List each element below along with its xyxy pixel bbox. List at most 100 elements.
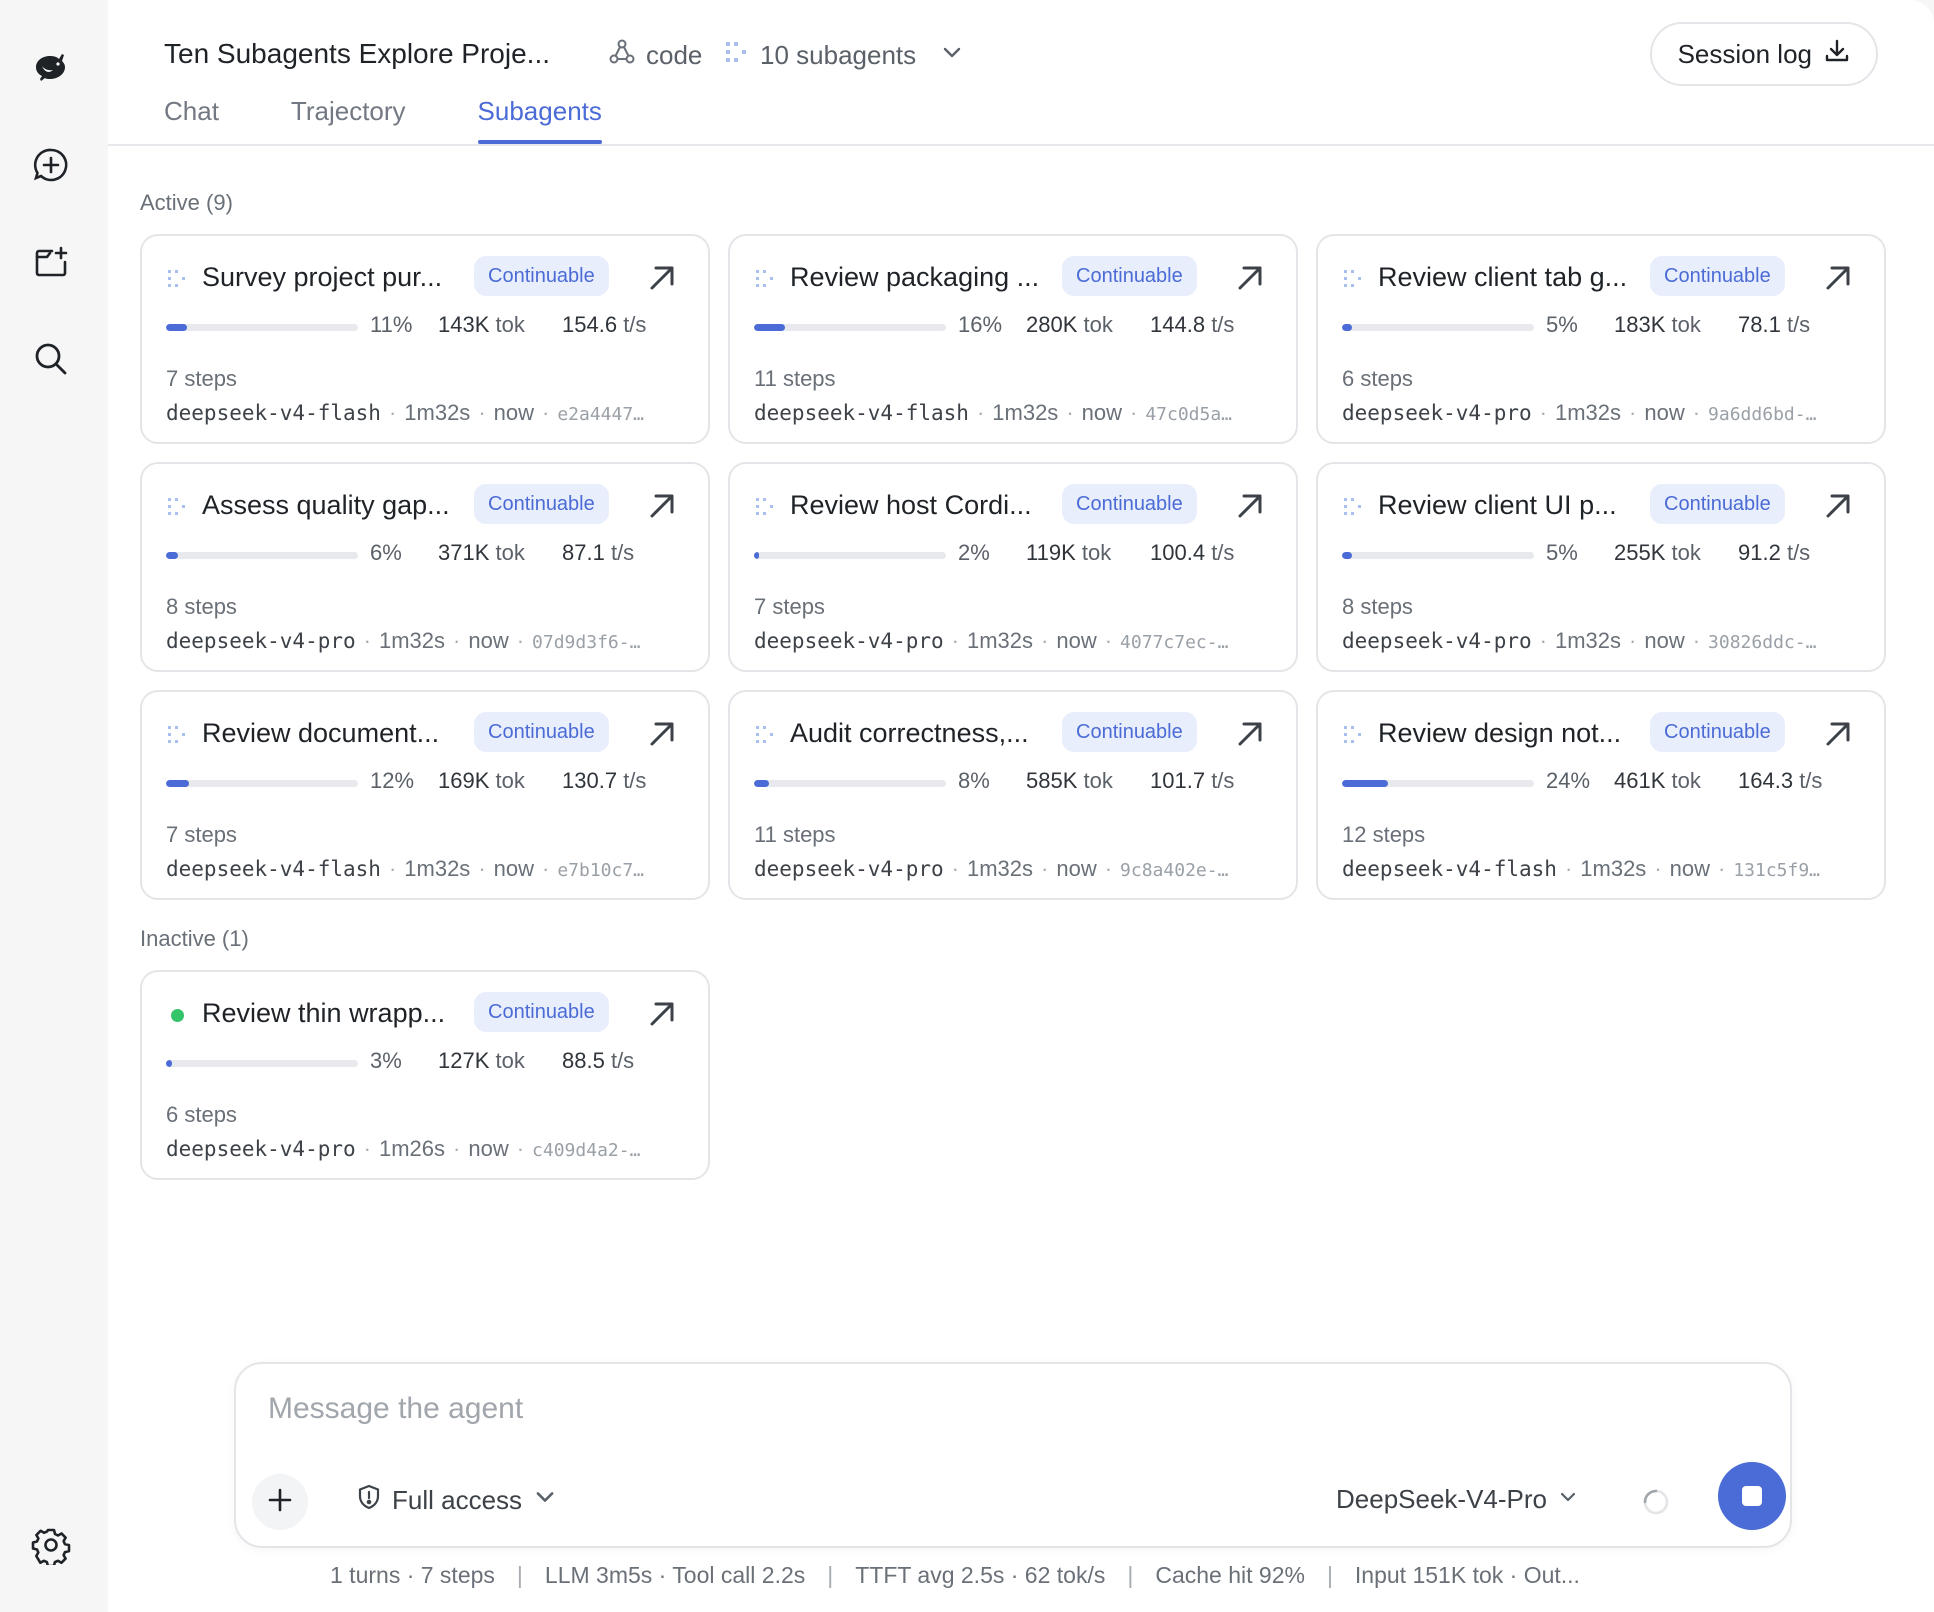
continuable-badge: Continuable <box>474 256 609 296</box>
message-input[interactable] <box>268 1386 1568 1432</box>
model-name: deepseek-v4-pro <box>166 629 356 653</box>
throughput-value: 87.1 <box>562 540 605 565</box>
search-icon[interactable] <box>26 334 76 384</box>
subagent-stats: 3% 127K tok 88.5 t/s <box>370 1048 634 1074</box>
tab-trajectory[interactable]: Trajectory <box>291 92 406 144</box>
whale-logo-icon[interactable] <box>26 42 76 92</box>
throughput-value: 88.5 <box>562 1048 605 1073</box>
model-name: deepseek-v4-flash <box>754 401 969 425</box>
throughput: 164.3 t/s <box>1738 768 1822 794</box>
token-count: 143K tok <box>438 312 562 338</box>
mode-label: code <box>646 40 703 70</box>
continuable-badge: Continuable <box>474 992 609 1032</box>
open-subagent-icon[interactable] <box>1232 716 1268 752</box>
throughput-unit: t/s <box>623 768 647 793</box>
duration: 1m32s <box>992 400 1059 425</box>
separator-dot: · <box>516 628 525 653</box>
progress-bar-fill <box>166 324 188 331</box>
session-log-button[interactable]: Session log <box>1649 22 1878 86</box>
open-subagent-icon[interactable] <box>1820 716 1856 752</box>
progress-bar-fill <box>166 1060 172 1067</box>
progress-bar <box>166 324 358 331</box>
token-value: 119K <box>1026 540 1076 565</box>
last-update: now <box>1644 628 1685 653</box>
token-value: 169K <box>438 768 490 793</box>
subagent-card[interactable]: Review thin wrapp... Continuable 3% 127K to… <box>140 970 710 1180</box>
last-update: now <box>1081 400 1122 425</box>
progress-bar <box>754 552 946 559</box>
subagent-id: 07d9d3f6-… <box>532 632 641 653</box>
subagent-footer: deepseek-v4-pro · 1m32s · now · 07d9d3f6-… <box>166 628 692 654</box>
subagent-footer: deepseek-v4-pro · 1m26s · now · c409d4a2-… <box>166 1136 692 1162</box>
subagent-title: Review design not... <box>1378 718 1622 748</box>
step-count: 8 steps <box>166 594 237 619</box>
step-count: 7 steps <box>166 822 237 847</box>
separator-dot: · <box>1629 628 1637 653</box>
new-chat-icon[interactable] <box>26 140 76 190</box>
throughput: 144.8 t/s <box>1150 312 1234 338</box>
subagent-card[interactable]: Review host Cordi... Continuable 2% 119K to… <box>728 462 1298 672</box>
chevron-down-icon <box>532 1484 558 1517</box>
progress-bar <box>166 1060 358 1067</box>
subagent-card[interactable]: Review packaging ... Continuable 16% 280K t… <box>728 234 1298 444</box>
subagent-id: 47c0d5a… <box>1145 404 1233 425</box>
open-subagent-icon[interactable] <box>644 260 680 296</box>
attach-button[interactable] <box>252 1474 308 1530</box>
subagents-count-label: 10 subagents <box>760 40 917 70</box>
open-subagent-icon[interactable] <box>644 488 680 524</box>
separator-dot: · <box>1564 856 1573 881</box>
left-rail <box>0 0 108 1612</box>
subagent-card[interactable]: Assess quality gap... Continuable 6% 371K t… <box>140 462 710 672</box>
tab-chat[interactable]: Chat <box>164 92 219 144</box>
throughput-unit: t/s <box>1211 312 1235 337</box>
tab-subagents[interactable]: Subagents <box>477 92 603 144</box>
open-subagent-icon[interactable] <box>1820 260 1856 296</box>
progress-bar-fill <box>754 552 759 559</box>
subagent-card[interactable]: Survey project pur... Continuable 11% 143K … <box>140 234 710 444</box>
subagent-card[interactable]: Review design not... Continuable 24% 461K t… <box>1316 690 1886 900</box>
last-update: now <box>493 400 534 425</box>
gear-icon[interactable] <box>26 1520 76 1570</box>
open-subagent-icon[interactable] <box>644 716 680 752</box>
last-update: now <box>1669 856 1710 881</box>
status-dot-icon <box>166 1004 188 1026</box>
subagents-dropdown[interactable]: 10 subagents <box>722 38 966 73</box>
progress-bar-fill <box>754 324 785 331</box>
running-indicator-icon <box>754 724 776 746</box>
new-folder-icon[interactable] <box>26 238 76 288</box>
open-subagent-icon[interactable] <box>1820 488 1856 524</box>
open-subagent-icon[interactable] <box>1232 488 1268 524</box>
subagent-card[interactable]: Review client tab g... Continuable 5% 183K … <box>1316 234 1886 444</box>
model-name: deepseek-v4-pro <box>1342 401 1532 425</box>
stop-icon <box>1742 1486 1762 1506</box>
duration: 1m26s <box>378 1136 446 1161</box>
subagent-card[interactable]: Review document... Continuable 12% 169K tok… <box>140 690 710 900</box>
separator-dot: · <box>516 1136 525 1161</box>
access-level-dropdown[interactable]: Full access <box>356 1484 558 1517</box>
progress-bar-fill <box>1342 780 1389 787</box>
stop-generation-button[interactable] <box>1718 1462 1786 1530</box>
duration: 1m32s <box>378 628 446 653</box>
continuable-badge: Continuable <box>1650 256 1785 296</box>
progress-bar <box>1342 324 1534 331</box>
subagent-card[interactable]: Audit correctness,... Continuable 8% 585K t… <box>728 690 1298 900</box>
progress-percent: 5% <box>1546 312 1578 337</box>
subagent-id: 9c8a402e-… <box>1120 860 1229 881</box>
running-indicator-icon <box>1342 724 1364 746</box>
open-subagent-icon[interactable] <box>1232 260 1268 296</box>
progress-bar-fill <box>1342 552 1352 559</box>
running-indicator-icon <box>754 496 776 518</box>
stats-separator: | <box>827 1562 834 1588</box>
subagent-id: e7b10c7… <box>557 860 645 881</box>
model-selector-dropdown[interactable]: DeepSeek-V4-Pro <box>1336 1484 1579 1515</box>
running-indicator-icon <box>166 268 188 290</box>
throughput-value: 154.6 <box>562 312 618 337</box>
subagent-card[interactable]: Review client UI p... Continuable 5% 255K t… <box>1316 462 1886 672</box>
throughput-unit: t/s <box>1211 768 1235 793</box>
throughput-value: 130.7 <box>562 768 618 793</box>
step-count: 11 steps <box>754 366 836 391</box>
token-unit: tok <box>1671 312 1701 337</box>
model-name: deepseek-v4-flash <box>166 401 381 425</box>
stats-item: 1 turns · 7 steps <box>330 1562 495 1588</box>
open-subagent-icon[interactable] <box>644 996 680 1032</box>
